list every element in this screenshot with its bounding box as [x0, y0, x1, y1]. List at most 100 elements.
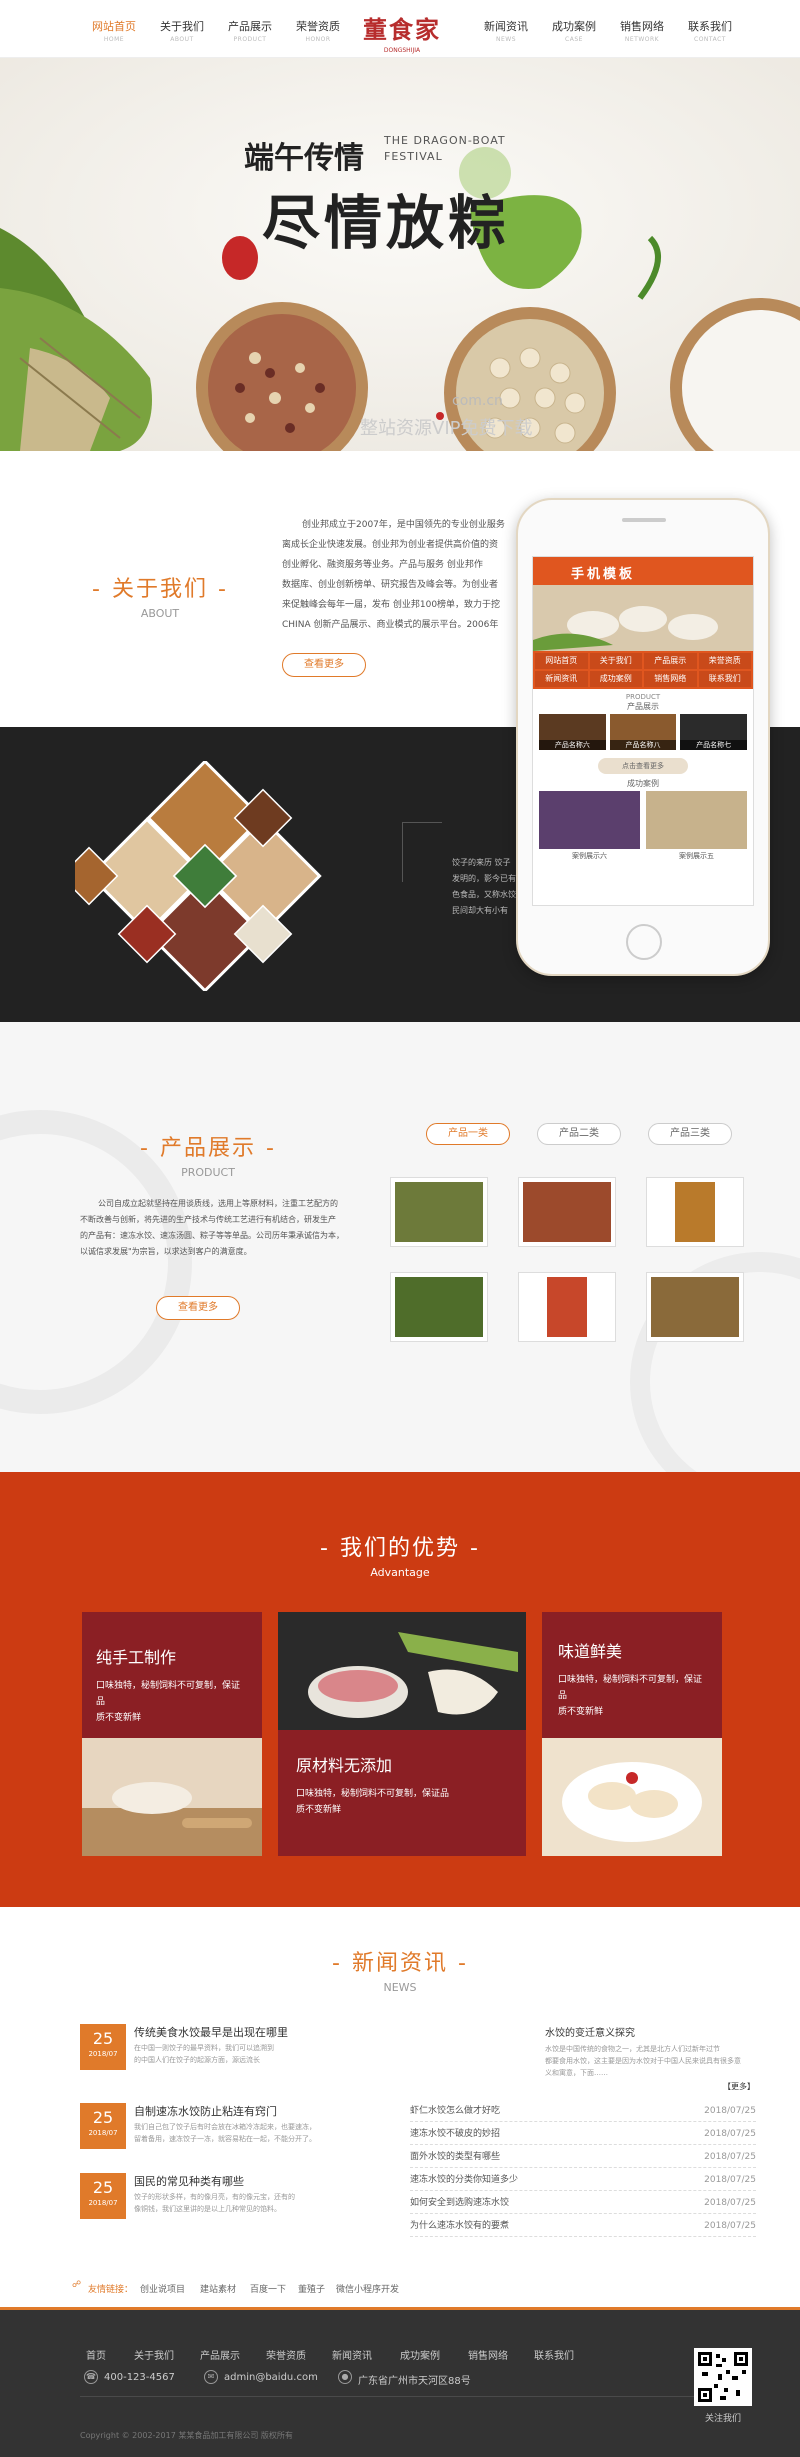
phone-case-image: [646, 791, 747, 849]
phone-more-button[interactable]: 点击查看更多: [598, 758, 688, 774]
phone-menu-item[interactable]: 新闻资讯: [535, 671, 588, 687]
news-day: 25: [92, 2178, 114, 2197]
news-list-row[interactable]: 面外水饺的类型有哪些 2018/07/25: [410, 2146, 756, 2168]
footer-nav-item[interactable]: 首页: [86, 2347, 106, 2362]
footer-nav-item[interactable]: 荣誉资质: [266, 2347, 306, 2362]
news-feature-desc: 水饺是中国传统的食物之一，尤其是北方人们过新年过节 都要食用水饺，这主要是因为水…: [545, 2043, 755, 2079]
advantage-card-body: 味道鲜美 口味独特，秘制饲料不可复制，保证品 质不变新鲜: [542, 1612, 722, 1720]
tab-product-3[interactable]: 产品三类: [648, 1123, 732, 1145]
footer-nav-item[interactable]: 产品展示: [200, 2347, 240, 2362]
product-thumb[interactable]: [518, 1272, 616, 1342]
phone-case[interactable]: 案例展示五: [646, 791, 747, 861]
footer-phone: 400-123-4567: [104, 2372, 175, 2383]
footer-copyright: Copyright © 2002-2017 某某食品加工有限公司 版权所有: [80, 2431, 293, 2440]
news-feature-title[interactable]: 水饺的变迁意义探究: [545, 2024, 755, 2039]
friend-link[interactable]: 董殖子: [298, 2282, 325, 2295]
phone-menu-item[interactable]: 关于我们: [589, 653, 642, 669]
phone-case[interactable]: 案例展示六: [539, 791, 640, 861]
footer-divider: [80, 2396, 720, 2397]
friend-link[interactable]: 微信小程序开发: [336, 2282, 399, 2295]
nav-label: 关于我们: [160, 20, 204, 33]
about-more-button[interactable]: 查看更多: [282, 653, 366, 677]
friend-link[interactable]: 建站素材: [200, 2282, 236, 2295]
news-more-link[interactable]: 【更多】: [545, 2081, 755, 2092]
footer-nav-item[interactable]: 销售网络: [468, 2347, 508, 2362]
nav-network[interactable]: 销售网络 NETWORK: [606, 18, 678, 43]
phone-menu-item[interactable]: 成功案例: [589, 671, 642, 687]
friend-link[interactable]: 创业说项目: [140, 2282, 185, 2295]
product-thumb[interactable]: [646, 1272, 744, 1342]
footer-nav-item[interactable]: 联系我们: [534, 2347, 574, 2362]
phone-menu-item[interactable]: 销售网络: [644, 671, 697, 687]
friend-link[interactable]: 百度一下: [250, 2282, 286, 2295]
product-thumb[interactable]: [646, 1177, 744, 1247]
advantage-heading: - 我们的优势 - Advantage: [300, 1530, 500, 1579]
news-item[interactable]: 25 2018/07 自制速冻水饺防止粘连有窍门 我们自己包了饺子后有时会放在冰箱…: [80, 2103, 410, 2163]
news-desc-line: 我们自己包了饺子后有时会放在冰箱冷冻起来，也要速冻，: [134, 2123, 316, 2131]
products-more-button[interactable]: 查看更多: [156, 1296, 240, 1320]
nav-news[interactable]: 新闻资讯 NEWS: [470, 18, 542, 43]
nav-product[interactable]: 产品展示 PRODUCT: [214, 18, 286, 43]
about-line: CHINA 创新产品展示、商业模式的展示平台。2006年: [282, 620, 499, 630]
nav-case[interactable]: 成功案例 CASE: [538, 18, 610, 43]
divider: [402, 822, 403, 882]
news-list-row[interactable]: 速冻水饺不破皮的妙招 2018/07/25: [410, 2123, 756, 2145]
banner-headline-small: 端午传情: [244, 141, 364, 176]
news-heading: - 新闻资讯 - NEWS: [300, 1945, 500, 1994]
nav-contact[interactable]: 联系我们 CONTACT: [674, 18, 746, 43]
phone-case-name: 案例展示五: [679, 852, 714, 860]
nav-sub: NEWS: [495, 36, 517, 43]
nav-label: 新闻资讯: [484, 20, 528, 33]
phone-menu-item[interactable]: 网站首页: [535, 653, 588, 669]
phone-menu-item[interactable]: 联系我们: [698, 671, 751, 687]
nav-sub: PRODUCT: [233, 36, 267, 43]
footer-nav-item[interactable]: 关于我们: [134, 2347, 174, 2362]
nav-honor[interactable]: 荣誉资质 HONOR: [282, 18, 354, 43]
news-item-title[interactable]: 自制速冻水饺防止粘连有窍门: [134, 2103, 277, 2119]
phone-product[interactable]: 产品名称八: [609, 714, 677, 750]
news-list-row[interactable]: 如何安全到选购速冻水饺 2018/07/25: [410, 2192, 756, 2214]
phone-menu-item[interactable]: 荣誉资质: [698, 653, 751, 669]
phone-mockup: 手机模板 网站首页 关于我们 产品展示 荣誉资质 新闻资讯 成功案例 销售网络 …: [516, 498, 770, 976]
advantage-card: 味道鲜美 口味独特，秘制饲料不可复制，保证品 质不变新鲜: [542, 1612, 722, 1856]
news-item-title[interactable]: 传统美食水饺最早是出现在哪里: [134, 2024, 288, 2040]
products-line: 以诚信求发展"为宗旨，以求达到客户的满意度。: [80, 1247, 252, 1256]
advantage-image: [82, 1738, 262, 1856]
advantage-card-line: 口味独特，秘制饲料不可复制，保证品: [558, 1675, 703, 1701]
phone-product[interactable]: 产品名称七: [680, 714, 748, 750]
news-item[interactable]: 25 2018/07 传统美食水饺最早是出现在哪里 在中国一则饺子的最早资料，我们…: [80, 2024, 410, 2084]
news-day: 25: [92, 2029, 114, 2048]
products-line: 不断改善与创新，将先进的生产技术与传统工艺进行有机结合，研发生产: [80, 1215, 336, 1224]
news-list-row[interactable]: 速冻水饺的分类你知道多少 2018/07/25: [410, 2169, 756, 2191]
nav-home[interactable]: 网站首页 HOME: [78, 18, 150, 43]
nav-label: 荣誉资质: [296, 20, 340, 33]
friend-links-label: 友情链接：: [88, 2285, 134, 2295]
advantage-card-line: 口味独特，秘制饲料不可复制，保证品: [96, 1681, 241, 1707]
qr-pattern: [698, 2352, 748, 2402]
tab-product-2[interactable]: 产品二类: [537, 1123, 621, 1145]
site-logo[interactable]: 董食家 DONGSHIJIA: [352, 10, 452, 54]
footer-nav-item[interactable]: 新闻资讯: [332, 2347, 372, 2362]
tab-product-1[interactable]: 产品一类: [426, 1123, 510, 1145]
nav-sub: HONOR: [305, 36, 331, 43]
news-list-row[interactable]: 为什么速冻水饺有的要煮 2018/07/25: [410, 2215, 756, 2237]
news-item[interactable]: 25 2018/07 国民的常见种类有哪些 饺子的形状多样，有的像月亮，有的像元宝…: [80, 2173, 410, 2233]
nav-about[interactable]: 关于我们 ABOUT: [146, 18, 218, 43]
advantage-image: [542, 1738, 722, 1856]
news-item-title[interactable]: 国民的常见种类有哪些: [134, 2173, 244, 2189]
news-item-desc: 在中国一则饺子的最早资料，我们可以追溯到 的中国人们在饺子的起源方面，源远流长: [134, 2042, 404, 2066]
product-image: [675, 1182, 715, 1242]
footer-nav-item[interactable]: 成功案例: [400, 2347, 440, 2362]
news-date: 25 2018/07: [80, 2103, 126, 2149]
product-thumb[interactable]: [390, 1177, 488, 1247]
product-thumb[interactable]: [518, 1177, 616, 1247]
phone-speaker: [622, 518, 666, 522]
news-list-title: 虾仁水饺怎么做才好吃: [410, 2106, 501, 2116]
news-list-row[interactable]: 虾仁水饺怎么做才好吃 2018/07/25: [410, 2100, 756, 2122]
phone-product[interactable]: 产品名称六: [539, 714, 606, 750]
product-image: [651, 1277, 739, 1337]
phone-menu-item[interactable]: 产品展示: [644, 653, 697, 669]
product-thumb[interactable]: [390, 1272, 488, 1342]
footer-email[interactable]: admin@baidu.com: [224, 2372, 318, 2383]
news-title: - 新闻资讯 -: [332, 1951, 468, 1976]
